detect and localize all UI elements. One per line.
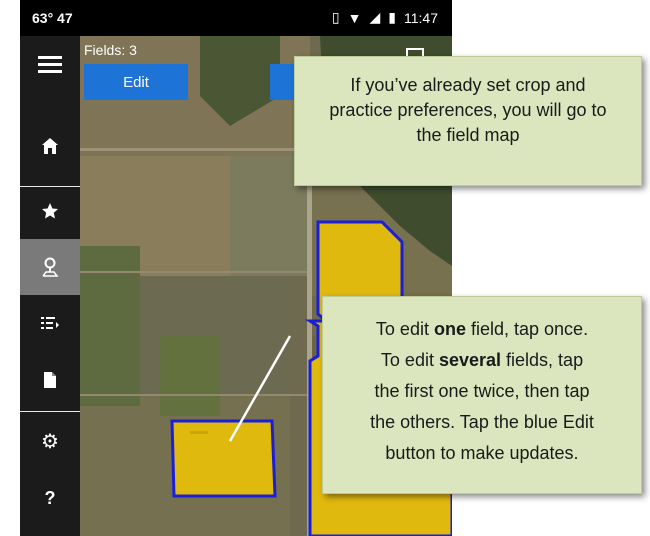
status-bar: 63° 47 ▯ ▼ ◢ ▮ 11:47 bbox=[20, 0, 452, 36]
sidebar-divider bbox=[20, 411, 80, 412]
help-icon: ? bbox=[44, 487, 56, 508]
map-pin-icon bbox=[42, 257, 59, 277]
field-polygon-small bbox=[170, 419, 277, 498]
document-icon bbox=[44, 372, 56, 388]
status-time: 11:47 bbox=[404, 9, 438, 26]
callout-top: If you’ve already set crop and practice … bbox=[294, 56, 642, 186]
wifi-icon: ▼ bbox=[347, 9, 362, 26]
list-icon bbox=[41, 317, 59, 329]
sidebar-item-fields[interactable] bbox=[20, 239, 80, 295]
star-icon bbox=[42, 203, 58, 219]
sidebar-item-settings[interactable]: ⚙ bbox=[20, 417, 80, 465]
sidebar-item-documents[interactable] bbox=[20, 356, 80, 404]
home-icon bbox=[42, 138, 58, 154]
callout-line-1: To edit one field, tap once. bbox=[375, 319, 589, 339]
sidebar-item-home[interactable] bbox=[20, 122, 80, 170]
signal-icon: ◢ bbox=[369, 9, 381, 25]
edit-button[interactable]: Edit bbox=[84, 64, 188, 100]
sidebar-item-list[interactable] bbox=[20, 300, 80, 348]
sidebar: ⚙ ? bbox=[20, 36, 80, 536]
fields-count: Fields: 3 bbox=[84, 42, 137, 58]
callout-line-4: the others. Tap the blue Edit bbox=[370, 412, 594, 432]
menu-icon bbox=[38, 56, 62, 73]
sidebar-item-help[interactable]: ? bbox=[20, 474, 80, 522]
callout-top-text: If you’ve already set crop and practice … bbox=[329, 75, 607, 145]
callout-line-5: button to make updates. bbox=[385, 443, 579, 463]
vibrate-icon: ▯ bbox=[331, 9, 340, 25]
callout-bottom: To edit one field, tap once. To edit sev… bbox=[322, 296, 642, 494]
sidebar-item-favorites[interactable] bbox=[20, 187, 80, 235]
battery-icon: ▮ bbox=[388, 9, 396, 25]
gear-icon: ⚙ bbox=[41, 430, 59, 453]
status-icons: ▯ ▼ ◢ ▮ 11:47 bbox=[332, 9, 438, 26]
callout-line-2: To edit several fields, tap bbox=[380, 350, 584, 370]
menu-button[interactable] bbox=[20, 40, 80, 88]
callout-line-3: the first one twice, then tap bbox=[374, 381, 590, 401]
status-temperature: 63° 47 bbox=[32, 10, 73, 26]
